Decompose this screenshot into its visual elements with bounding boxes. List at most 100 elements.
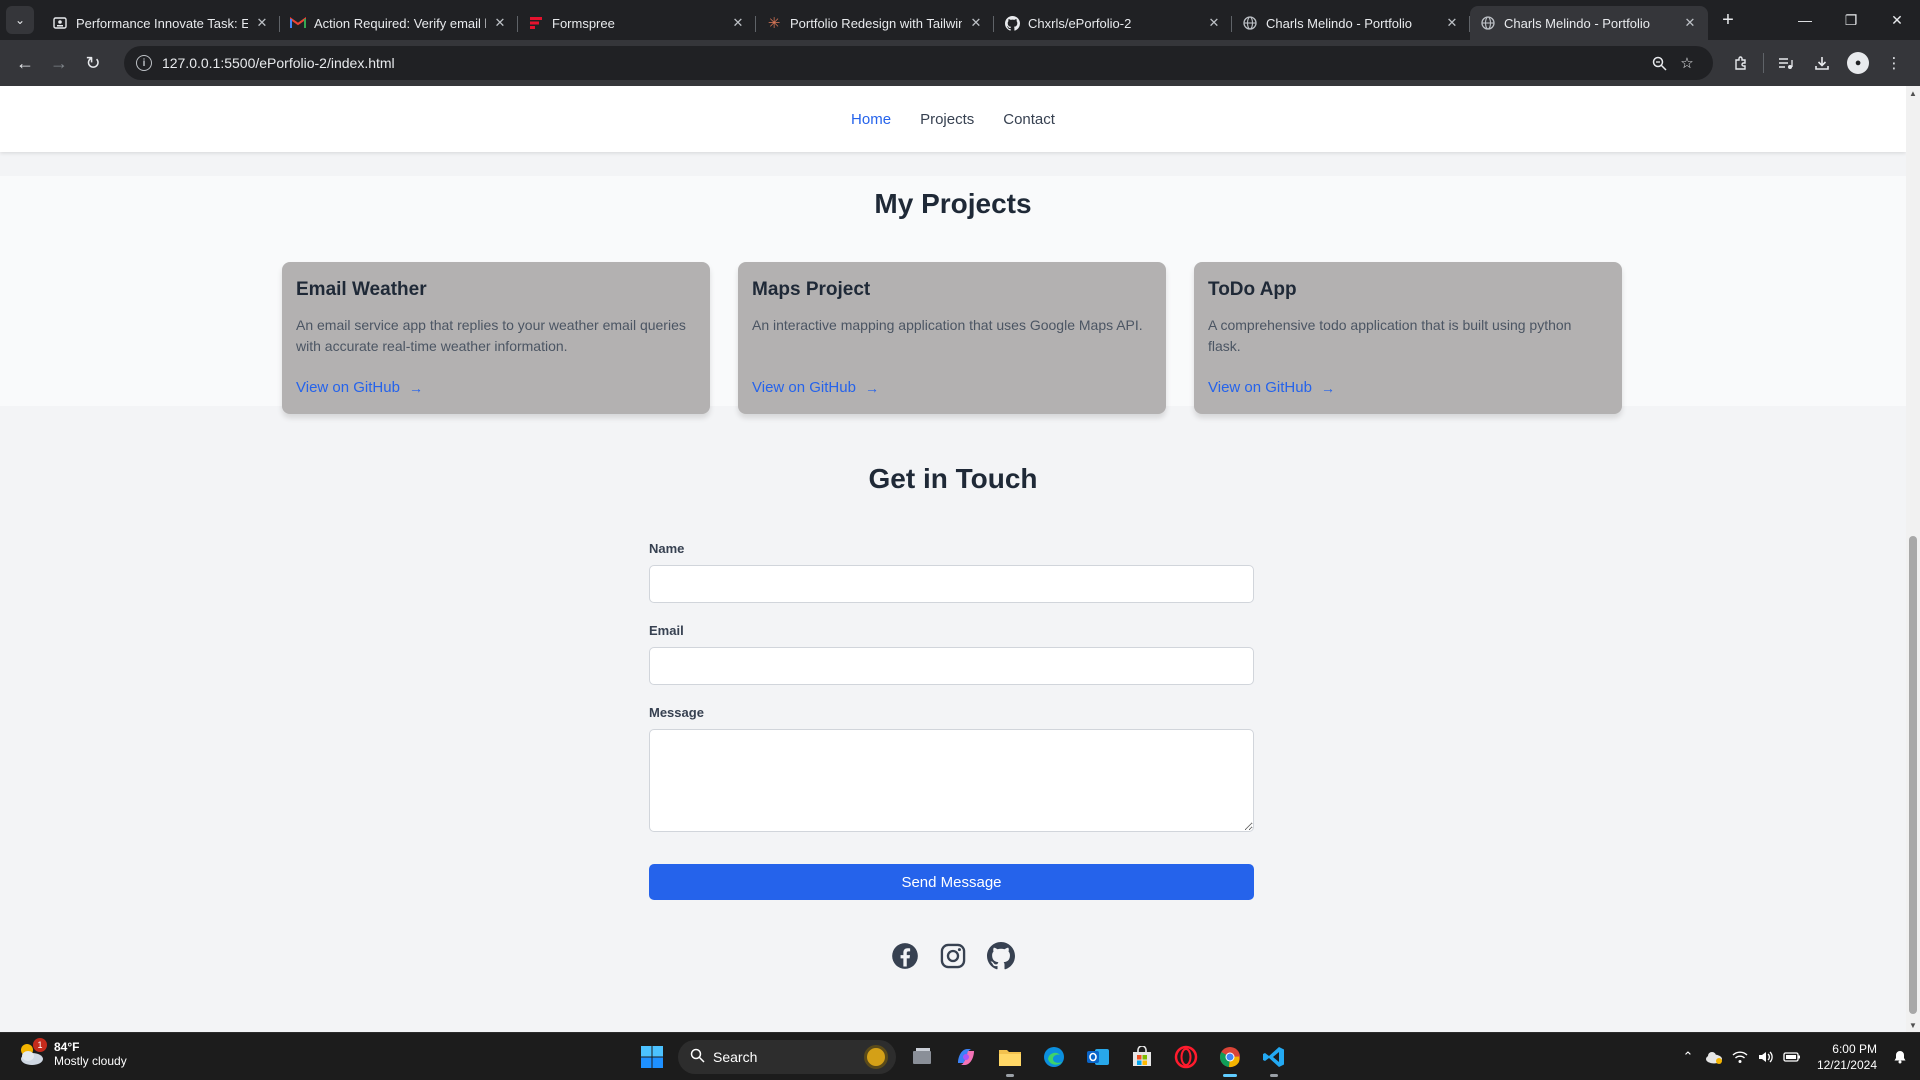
taskbar-apps: Search <box>634 1039 1292 1077</box>
project-description: An interactive mapping application that … <box>752 317 1143 333</box>
email-input[interactable] <box>649 647 1254 685</box>
close-icon[interactable]: ✕ <box>1444 15 1460 31</box>
project-description: A comprehensive todo application that is… <box>1208 317 1572 354</box>
volume-icon[interactable] <box>1754 1045 1778 1069</box>
new-tab-button[interactable]: + <box>1714 6 1742 34</box>
instagram-icon[interactable] <box>939 942 967 970</box>
browser-tab[interactable]: Chxrls/ePorfolio-2 ✕ <box>994 6 1232 40</box>
microsoft-store-icon[interactable] <box>1124 1039 1160 1075</box>
projects-section: My Projects Email Weather An email servi… <box>0 176 1906 414</box>
onedrive-icon[interactable] <box>1702 1045 1726 1069</box>
github-icon[interactable] <box>987 942 1015 970</box>
forward-button[interactable]: → <box>42 46 76 80</box>
scrollbar-thumb[interactable] <box>1909 536 1917 1014</box>
browser-tab-strip: ⌄ Performance Innovate Task: Epc ✕ Actio… <box>0 0 1920 40</box>
taskbar-search[interactable]: Search <box>678 1040 896 1074</box>
close-icon[interactable]: ✕ <box>1206 15 1222 31</box>
github-link[interactable]: View on GitHub → <box>1208 379 1608 396</box>
weather-description: Mostly cloudy <box>54 1054 127 1068</box>
project-title: Maps Project <box>752 279 871 300</box>
arrow-right-icon: → <box>864 379 879 396</box>
extensions-icon[interactable] <box>1723 46 1759 80</box>
opera-icon[interactable] <box>1168 1039 1204 1075</box>
project-card: ToDo App A comprehensive todo applicatio… <box>1194 262 1622 414</box>
file-explorer-icon[interactable] <box>992 1039 1028 1077</box>
avatar-icon: ● <box>1847 52 1870 74</box>
close-icon[interactable]: ✕ <box>254 15 270 31</box>
scroll-up-icon[interactable]: ▲ <box>1906 86 1920 100</box>
notification-bell-icon[interactable] <box>1888 1045 1912 1069</box>
profile-avatar[interactable]: ● <box>1840 46 1876 80</box>
github-link[interactable]: View on GitHub → <box>296 379 696 396</box>
scroll-down-icon[interactable]: ▼ <box>1906 1018 1920 1032</box>
github-link[interactable]: View on GitHub → <box>752 379 1152 396</box>
browser-tab[interactable]: Charls Melindo - Portfolio ✕ <box>1232 6 1470 40</box>
claude-icon: ✳ <box>767 15 781 32</box>
browser-tab[interactable]: Formspree ✕ <box>518 6 756 40</box>
weather-text: 84°F Mostly cloudy <box>54 1040 127 1068</box>
facebook-icon[interactable] <box>891 942 919 970</box>
globe-icon <box>1480 15 1496 31</box>
send-message-button[interactable]: Send Message <box>649 864 1254 900</box>
tab-search-button[interactable]: ⌄ <box>6 6 34 34</box>
start-button[interactable] <box>634 1039 670 1075</box>
restore-button[interactable]: ❐ <box>1828 0 1874 40</box>
restore-icon: ❐ <box>1844 11 1858 28</box>
zoom-icon[interactable] <box>1645 49 1673 77</box>
reload-button[interactable]: ↻ <box>76 46 110 80</box>
name-label: Name <box>649 541 685 556</box>
close-icon[interactable]: ✕ <box>968 15 984 31</box>
windows-taskbar: 1 84°F Mostly cloudy Search ⌃ 6:00 PM 12… <box>0 1032 1920 1080</box>
message-textarea[interactable] <box>649 729 1254 832</box>
kebab-menu-icon[interactable]: ⋮ <box>1876 46 1912 80</box>
download-icon[interactable] <box>1804 46 1840 80</box>
search-highlight-icon <box>864 1045 888 1069</box>
email-label: Email <box>649 623 684 638</box>
arrow-left-icon: ← <box>15 52 34 73</box>
github-icon <box>1004 15 1020 31</box>
back-button[interactable]: ← <box>8 46 42 80</box>
browser-tab[interactable]: Performance Innovate Task: Epc ✕ <box>42 6 280 40</box>
clock-date: 12/21/2024 <box>1816 1058 1877 1072</box>
outlook-icon[interactable] <box>1080 1039 1116 1075</box>
nav-link-projects[interactable]: Projects <box>920 111 974 128</box>
address-bar[interactable]: i 127.0.0.1:5500/ePorfolio-2/index.html … <box>123 46 1714 80</box>
tab-title: Chxrls/ePorfolio-2 <box>1028 15 1132 31</box>
page-scrollbar[interactable]: ▲ ▼ <box>1906 86 1920 1032</box>
minimize-button[interactable]: — <box>1782 0 1828 40</box>
nav-link-contact[interactable]: Contact <box>1003 111 1055 128</box>
weather-widget[interactable]: 1 84°F Mostly cloudy <box>16 1038 127 1069</box>
name-input[interactable] <box>649 565 1254 603</box>
url-text[interactable]: 127.0.0.1:5500/ePorfolio-2/index.html <box>162 55 1645 71</box>
edge-icon[interactable] <box>1036 1039 1072 1075</box>
wifi-icon[interactable] <box>1728 1045 1752 1069</box>
bookmark-star-icon[interactable]: ☆ <box>1673 49 1701 77</box>
system-clock[interactable]: 6:00 PM 12/21/2024 <box>1817 1041 1877 1073</box>
vscode-icon[interactable] <box>1256 1039 1292 1077</box>
browser-tab-active[interactable]: Charls Melindo - Portfolio ✕ <box>1470 6 1708 40</box>
tab-list: Performance Innovate Task: Epc ✕ Action … <box>42 0 1708 40</box>
task-view-icon[interactable] <box>904 1039 940 1075</box>
tab-title: Charls Melindo - Portfolio <box>1266 15 1412 31</box>
browser-toolbar: ← → ↻ i 127.0.0.1:5500/ePorfolio-2/index… <box>0 40 1920 86</box>
close-icon[interactable]: ✕ <box>730 15 746 31</box>
browser-tab[interactable]: ✳ Portfolio Redesign with Tailwinc ✕ <box>756 6 994 40</box>
media-controls-icon[interactable] <box>1768 46 1804 80</box>
close-icon[interactable]: ✕ <box>492 15 508 31</box>
portrait-icon <box>52 15 68 31</box>
close-icon[interactable]: ✕ <box>1682 15 1698 31</box>
copilot-icon[interactable] <box>948 1039 984 1075</box>
nav-link-home[interactable]: Home <box>851 111 891 128</box>
cloudy-weather-icon: 1 <box>16 1038 47 1069</box>
page-viewport: Home Projects Contact My Projects Email … <box>0 86 1906 1032</box>
info-icon[interactable]: i <box>135 55 152 71</box>
social-links <box>0 942 1906 970</box>
browser-tab[interactable]: Action Required: Verify email lin ✕ <box>280 6 518 40</box>
windows-logo-icon <box>641 1046 663 1068</box>
battery-icon[interactable] <box>1780 1045 1804 1069</box>
chrome-icon[interactable] <box>1212 1039 1248 1077</box>
chevron-up-icon[interactable]: ⌃ <box>1676 1045 1700 1069</box>
close-window-button[interactable]: ✕ <box>1874 0 1920 40</box>
search-label: Search <box>713 1049 758 1065</box>
clock-time: 6:00 PM <box>1832 1042 1877 1056</box>
